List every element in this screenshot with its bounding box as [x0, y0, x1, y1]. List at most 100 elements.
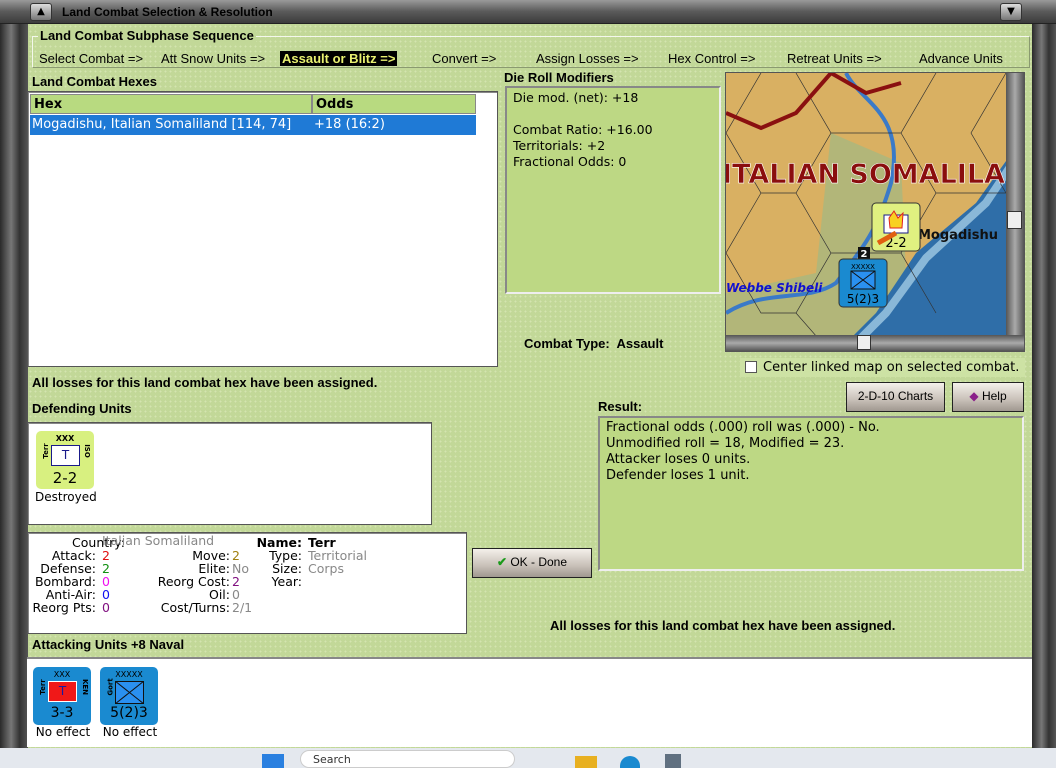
- unit-left-label: Terr: [38, 679, 47, 695]
- edge-icon[interactable]: [620, 756, 640, 768]
- unit-info-panel: Country: Italian Somaliland Attack: 2 De…: [27, 532, 467, 634]
- defending-units-box: XXX T Terr ISO 2-2 Destroyed: [27, 422, 432, 525]
- unit-left-label: Terr: [41, 443, 50, 459]
- result-box: Fractional odds (.000) roll was (.000) -…: [598, 416, 1024, 571]
- center-map-checkbox[interactable]: [745, 361, 757, 373]
- map-hscroll-thumb[interactable]: [857, 335, 871, 350]
- unit-left-label: Gort: [106, 678, 115, 696]
- map-stack-count: 2: [861, 249, 868, 260]
- die-line: Fractional Odds: 0: [513, 154, 627, 169]
- taskbar-search[interactable]: Search: [300, 750, 515, 768]
- status-bottom: All losses for this land combat hex have…: [550, 618, 896, 633]
- result-line: Attacker loses 0 units.: [606, 452, 751, 467]
- map-attacker-size: XXXXX: [851, 263, 875, 271]
- status-top: All losses for this land combat hex have…: [32, 375, 378, 390]
- linked-map[interactable]: ITALIAN SOMALILA Mogadishu Webbe Shibeli…: [725, 72, 1025, 352]
- defending-title: Defending Units: [32, 401, 132, 416]
- unit-counter: XXX T Terr KEN 3-3: [33, 667, 91, 725]
- close-button[interactable]: ▼: [1000, 3, 1022, 21]
- unit-status: No effect: [102, 725, 158, 739]
- calculator-icon[interactable]: [665, 754, 681, 768]
- hexes-table: Hex Odds Mogadishu, Italian Somaliland […: [27, 91, 498, 367]
- die-line: [513, 106, 713, 122]
- ok-label: OK - Done: [510, 555, 568, 569]
- taskbar: Search: [0, 748, 1056, 768]
- combat-type: Combat Type: Assault: [524, 336, 663, 351]
- help-book-icon: ◆: [969, 389, 979, 403]
- help-label: Help: [981, 389, 1007, 403]
- costturns-label: Cost/Turns:: [160, 600, 230, 615]
- die-line: Combat Ratio: +16.00: [513, 122, 653, 137]
- checkmark-icon: ✔: [496, 555, 507, 569]
- map-region-label: ITALIAN SOMALILA: [726, 159, 1005, 190]
- attacking-unit[interactable]: XXX T Terr KEN 3-3 No effect: [33, 667, 93, 739]
- map-attacker-counter[interactable]: XXXXX 5(2)3: [838, 258, 888, 308]
- year-label: Year:: [271, 574, 302, 589]
- map-svg: ITALIAN SOMALILA Mogadishu Webbe Shibeli…: [726, 73, 1024, 351]
- costturns-value: 2/1: [232, 600, 253, 615]
- step-select-combat: Select Combat =>: [39, 51, 144, 66]
- map-vertical-scrollbar[interactable]: [1006, 73, 1024, 335]
- map-attacker-strength: 5(2)3: [847, 292, 879, 306]
- map-river-label: Webbe Shibeli: [726, 281, 823, 295]
- unit-counter: XXX T Terr ISO 2-2: [36, 431, 94, 489]
- attacking-units-box: XXX T Terr KEN 3-3 No effect XXXXX Gort …: [27, 657, 1032, 747]
- subphase-title: Land Combat Subphase Sequence: [38, 28, 256, 43]
- hexes-title: Land Combat Hexes: [32, 74, 157, 89]
- map-horizontal-scrollbar[interactable]: [726, 335, 1024, 351]
- start-icon[interactable]: [262, 754, 284, 768]
- step-att-snow: Att Snow Units =>: [161, 51, 266, 66]
- result-line: Defender loses 1 unit.: [606, 468, 750, 483]
- result-line: Unmodified roll = 18, Modified = 23.: [606, 436, 845, 451]
- country-value: Italian Somaliland: [102, 533, 215, 548]
- search-label: Search: [313, 753, 351, 766]
- die-roll-title: Die Roll Modifiers: [504, 70, 614, 85]
- unit-strength: 5(2)3: [110, 705, 148, 721]
- combat-type-value: Assault: [616, 336, 664, 351]
- charts-button[interactable]: 2-D-10 Charts: [846, 382, 945, 412]
- odds-cell: +18 (16:2): [314, 117, 385, 132]
- unit-right-label: ISO: [82, 444, 91, 458]
- reorgpts-label: Reorg Pts:: [32, 600, 96, 615]
- table-row[interactable]: Mogadishu, Italian Somaliland [114, 74] …: [30, 115, 476, 135]
- unit-strength: 2-2: [52, 469, 78, 487]
- step-assault-blitz: Assault or Blitz =>: [280, 51, 398, 66]
- unit-status: Destroyed: [35, 490, 97, 504]
- step-assign-losses: Assign Losses =>: [536, 51, 639, 66]
- step-convert: Convert =>: [432, 51, 497, 66]
- step-hex-control: Hex Control =>: [668, 51, 756, 66]
- file-explorer-icon[interactable]: [575, 756, 597, 768]
- unit-size: XXX: [55, 434, 75, 443]
- right-frame: [1032, 24, 1056, 748]
- unit-size: XXX: [53, 670, 71, 679]
- center-map-option: Center linked map on selected combat.: [740, 358, 1025, 377]
- reorgpts-value: 0: [102, 600, 110, 615]
- title-bar: ▲ Land Combat Selection & Resolution ▼: [0, 0, 1056, 24]
- unit-status: No effect: [35, 725, 91, 739]
- step-retreat: Retreat Units =>: [787, 51, 882, 66]
- window-menu-button[interactable]: ▲: [30, 3, 52, 21]
- attacking-title: Attacking Units +8 Naval: [32, 637, 185, 652]
- map-vscroll-thumb[interactable]: [1007, 211, 1022, 229]
- result-line: Fractional odds (.000) roll was (.000) -…: [606, 420, 880, 435]
- infantry-symbol-icon: [115, 681, 144, 704]
- territorial-symbol-icon: T: [51, 445, 80, 466]
- defending-unit[interactable]: XXX T Terr ISO 2-2 Destroyed: [35, 431, 97, 504]
- left-frame: [0, 24, 28, 748]
- size-value: Corps: [308, 561, 344, 576]
- hex-cell: Mogadishu, Italian Somaliland [114, 74]: [32, 117, 292, 132]
- unit-right-label: KEN: [81, 678, 90, 696]
- col-hex[interactable]: Hex: [30, 94, 312, 114]
- col-odds[interactable]: Odds: [312, 94, 476, 114]
- ok-done-button[interactable]: ✔ OK - Done: [472, 548, 592, 578]
- die-line: Territorials: +2: [513, 138, 606, 153]
- unit-strength: 3-3: [50, 705, 74, 721]
- die-line: Die mod. (net): +18: [513, 90, 639, 105]
- help-button[interactable]: ◆ Help: [952, 382, 1024, 412]
- attacking-unit[interactable]: XXXXX Gort 5(2)3 No effect: [100, 667, 160, 739]
- territorial-symbol-icon: T: [48, 681, 77, 702]
- die-roll-box: Die mod. (net): +18 Combat Ratio: +16.00…: [505, 86, 721, 294]
- window-title: Land Combat Selection & Resolution: [62, 5, 273, 19]
- combat-type-label: Combat Type:: [524, 336, 610, 351]
- unit-counter: XXXXX Gort 5(2)3: [100, 667, 158, 725]
